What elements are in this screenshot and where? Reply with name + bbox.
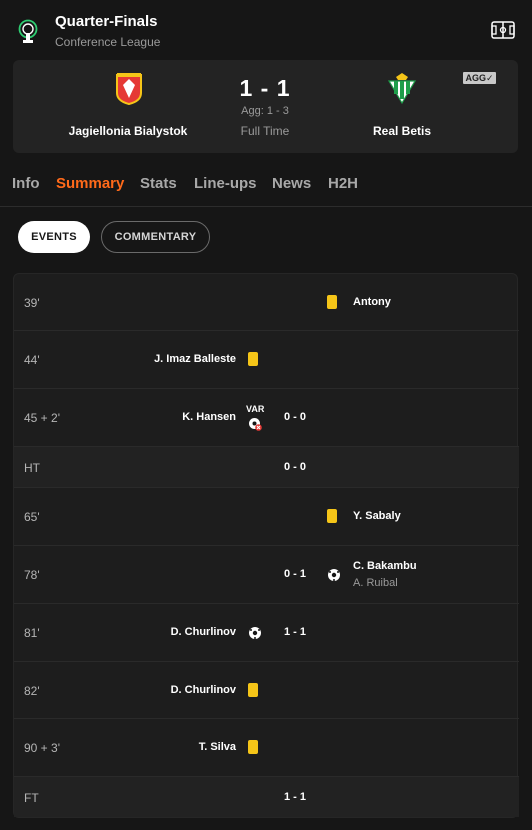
tab-bar: Info Summary Stats Line-ups News H2H [0, 170, 532, 207]
aggregate-score: Agg: 1 - 3 [241, 105, 289, 117]
match-score: 1 - 1 [239, 75, 291, 101]
event-minute: 45 + 2' [24, 411, 60, 425]
period-row: HT 0 - 0 [14, 447, 519, 488]
pitch-icon[interactable] [491, 21, 515, 39]
event-row: 39' Antony [14, 274, 519, 331]
yellow-card-icon [248, 683, 258, 697]
event-minute: 90 + 3' [24, 741, 60, 755]
tab-stats[interactable]: Stats [140, 175, 177, 192]
tab-info[interactable]: Info [12, 175, 40, 192]
event-row: 82' D. Churlinov [14, 662, 519, 719]
event-minute: 81' [24, 626, 40, 640]
yellow-card-icon [327, 509, 337, 523]
events-list: 39' Antony 44' J. Imaz Balleste 45 + 2' … [13, 273, 519, 818]
event-row: 65' Y. Sabaly [14, 488, 519, 546]
event-minute: 65' [24, 510, 40, 524]
event-score: 1 - 1 [283, 626, 306, 638]
conference-league-logo [18, 19, 38, 43]
events-toggle-button[interactable]: EVENTS [18, 221, 90, 253]
tab-h2h[interactable]: H2H [328, 175, 358, 192]
event-score: 0 - 1 [283, 568, 306, 580]
event-player[interactable]: T. Silva [199, 741, 236, 753]
event-player[interactable]: Antony [353, 296, 391, 308]
event-row: 81' D. Churlinov 1 - 1 [14, 604, 519, 662]
var-label: VAR [246, 404, 265, 414]
event-row: 44' J. Imaz Balleste [14, 331, 519, 389]
event-minute: 44' [24, 353, 40, 367]
away-team-name[interactable]: Real Betis [322, 124, 482, 138]
event-player[interactable]: D. Churlinov [171, 684, 236, 696]
tab-summary[interactable]: Summary [56, 175, 124, 192]
event-score: 0 - 0 [283, 411, 306, 423]
yellow-card-icon [327, 295, 337, 309]
disallowed-goal-icon [249, 418, 262, 431]
event-player[interactable]: D. Churlinov [171, 626, 236, 638]
event-minute: 82' [24, 684, 40, 698]
event-row: 45 + 2' K. Hansen VAR 0 - 0 [14, 389, 519, 447]
event-player[interactable]: K. Hansen [182, 411, 236, 423]
match-status: Full Time [240, 124, 290, 138]
event-row: 90 + 3' T. Silva [14, 719, 519, 777]
tab-news[interactable]: News [272, 175, 311, 192]
scoreboard: Jagiellonia Bialystok 1 - 1 Agg: 1 - 3 F… [13, 60, 518, 153]
event-player[interactable]: J. Imaz Balleste [154, 353, 236, 365]
goal-ball-icon [328, 569, 340, 581]
yellow-card-icon [248, 352, 258, 366]
tab-lineups[interactable]: Line-ups [194, 175, 257, 192]
event-player[interactable]: C. Bakambu [353, 560, 417, 572]
period-score: 1 - 1 [283, 791, 306, 803]
home-team-name[interactable]: Jagiellonia Bialystok [48, 124, 208, 138]
match-header: Quarter-Finals Conference League [0, 0, 532, 58]
event-player[interactable]: Y. Sabaly [353, 510, 401, 522]
event-row: 78' 0 - 1 C. Bakambu A. Ruibal [14, 546, 519, 604]
yellow-card-icon [248, 740, 258, 754]
event-assist[interactable]: A. Ruibal [353, 577, 398, 589]
aggregate-badge: AGG✓ [463, 72, 496, 84]
real-betis-crest-icon[interactable] [386, 71, 418, 105]
commentary-toggle-button[interactable]: COMMENTARY [101, 221, 210, 253]
competition-name: Conference League [55, 35, 161, 49]
page-title: Quarter-Finals [55, 13, 158, 30]
event-minute: 78' [24, 568, 40, 582]
period-score: 0 - 0 [283, 461, 306, 473]
goal-ball-icon [249, 627, 261, 639]
period-label: HT [24, 461, 40, 475]
event-minute: 39' [24, 296, 40, 310]
period-label: FT [24, 791, 39, 805]
jagiellonia-crest-icon[interactable] [113, 71, 145, 105]
period-row: FT 1 - 1 [14, 777, 519, 817]
